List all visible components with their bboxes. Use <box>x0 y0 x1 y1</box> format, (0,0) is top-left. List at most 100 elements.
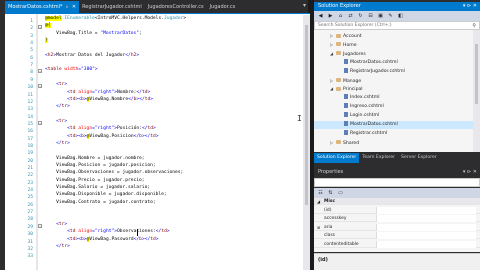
property-row[interactable]: ⊞ aria <box>314 223 480 231</box>
editor-scroll-thumb[interactable] <box>305 25 308 205</box>
tree-folder[interactable]: ◢ Principal <box>314 85 474 93</box>
tree-item-label: RegistrarJugador.cshtml <box>350 68 405 74</box>
code-editor[interactable]: 1 2 3 4 5 6 7 8 9 10 11 12 13 14 15 16 17 18 19 20 21 22 23 24 2… <box>5 13 310 270</box>
collapse-toggle-icon[interactable]: − <box>38 223 42 228</box>
solution-tree-scroll-thumb[interactable] <box>475 44 478 104</box>
code-line[interactable]: ViewBag.Salario = jugador.salario; <box>45 185 150 190</box>
tab-solution-explorer[interactable]: Solution Explorer <box>314 153 360 163</box>
property-row[interactable]: contenteditable <box>314 240 480 248</box>
tree-file[interactable]: MostrarDatos.cshtml <box>314 121 474 129</box>
property-value-field[interactable] <box>376 240 476 248</box>
home-icon[interactable]: ⌂ <box>337 13 344 20</box>
code-line[interactable]: <td align="right">Nombre:</td> <box>45 90 150 95</box>
refresh-icon[interactable]: ↻ <box>357 13 364 20</box>
code-line[interactable]: @model IEnumerable<IntroMVC.Helpers.Mode… <box>45 16 186 21</box>
property-row[interactable]: class <box>314 232 480 239</box>
tab-label: RegistrarJugador.cshtml <box>82 4 142 10</box>
code-line[interactable]: ViewBag.Contrato = jugador.contrato; <box>45 200 156 205</box>
tab-jugadorescontroller[interactable]: JugadoresController.cs <box>144 1 207 13</box>
tree-item-label: MostrarDatos.cshtml <box>350 59 398 65</box>
expand-icon[interactable]: ⊞ <box>317 224 320 231</box>
tree-file[interactable]: Registrar.cshtml <box>314 129 474 138</box>
code-line[interactable]: <tr> <box>45 82 67 87</box>
property-value-field[interactable] <box>376 223 476 231</box>
collapse-toggle-icon[interactable]: − <box>38 69 42 74</box>
property-pages-icon[interactable]: ▭ <box>337 190 344 197</box>
solution-tree[interactable]: ▷ Account ▷ Home ◢ Jugadores MostrarDatos.csht… <box>314 30 480 152</box>
code-line[interactable]: </tr> <box>45 104 70 109</box>
tree-folder[interactable]: ▷ Manage <box>314 77 474 85</box>
tab-team-explorer[interactable]: Team Explorer <box>359 153 398 163</box>
show-all-files-icon[interactable]: ▣ <box>377 13 384 20</box>
tree-item-label: Ingreso.cshtml <box>350 104 384 110</box>
tab-jugador[interactable]: Jugador.cs <box>206 1 239 13</box>
preview-icon[interactable]: ◧ <box>397 13 404 20</box>
code-line[interactable]: } <box>45 38 48 44</box>
tree-file[interactable]: Ingreso.cshtml <box>314 103 474 111</box>
forward-icon[interactable]: ▶ <box>327 13 334 20</box>
properties-toolbar: ☷ ⇅ ▭ <box>314 188 480 198</box>
property-value-field[interactable] <box>376 206 476 214</box>
code-line[interactable]: <table width="300"> <box>45 67 98 72</box>
collapse-all-icon[interactable]: ⊟ <box>367 13 374 20</box>
property-value-field[interactable] <box>376 232 476 239</box>
tab-overflow-icon[interactable]: ▾ <box>303 2 306 9</box>
property-value-field[interactable] <box>376 215 476 222</box>
code-line[interactable]: ViewBag.Precio = jugador.precio; <box>45 178 145 183</box>
tab-server-explorer[interactable]: Server Explorer <box>398 153 440 163</box>
code-line[interactable]: <td><b>@ViewBag.Password</b></td> <box>45 236 159 242</box>
pin-icon[interactable]: ⊳ <box>66 1 69 13</box>
change-bar <box>36 14 38 270</box>
collapse-toggle-icon[interactable]: − <box>38 84 42 89</box>
panel-header-icons[interactable]: ▾ ⊳ ✕ <box>463 168 477 177</box>
tree-folder[interactable]: ▷ Shared <box>314 139 474 147</box>
solution-explorer-search-input[interactable]: Search Solution Explorer (Ctrl+;) ⚲ <box>314 21 480 30</box>
code-line[interactable]: </tr> <box>45 244 70 249</box>
line-number: 10 <box>27 85 33 91</box>
file-icon <box>344 58 348 64</box>
tab-mostrardatos[interactable]: MostrarDatos.cshtml* ⊳ ✕ <box>5 1 80 13</box>
search-icon[interactable]: ⚲ <box>472 22 476 30</box>
code-line[interactable]: <h2>Mostrar Datos del Jugador</h2> <box>45 53 139 58</box>
code-line[interactable]: @{ <box>45 23 51 29</box>
alphabetical-icon[interactable]: ⇅ <box>327 190 334 197</box>
tree-file[interactable]: Index.cshtml <box>314 94 474 102</box>
properties-icon[interactable]: ✎ <box>387 13 394 20</box>
tree-item-label: Home <box>343 42 357 48</box>
collapse-toggle-icon[interactable]: − <box>38 120 42 125</box>
line-number: 18 <box>27 143 33 149</box>
sync-icon[interactable]: ⇄ <box>347 13 354 20</box>
property-category[interactable]: ◢ Misc <box>314 198 480 205</box>
properties-grid[interactable]: ◢ Misc (id) accesskey ⊞ aria class contentedita… <box>314 198 480 252</box>
code-line[interactable]: ViewBag.Observaciones = jugador.observac… <box>45 170 183 175</box>
file-icon <box>344 67 348 73</box>
back-icon[interactable]: ◀ <box>317 13 324 20</box>
tree-folder[interactable]: ▷ Account <box>314 32 474 40</box>
close-icon[interactable]: ✕ <box>72 1 76 13</box>
tree-file[interactable]: MostrarDatos.cshtml <box>314 58 474 67</box>
code-line[interactable]: <td><b>@ViewBag.Nombre</b></td> <box>45 96 153 102</box>
categorized-icon[interactable]: ☷ <box>317 190 324 197</box>
tree-file[interactable]: Login.cshtml <box>314 112 474 120</box>
code-line[interactable]: <td align="right">Observaciones:</td> <box>45 229 170 234</box>
collapse-toggle-icon[interactable]: − <box>38 25 42 30</box>
code-line[interactable]: <td align="right">Posición:</td> <box>45 126 156 131</box>
tree-folder[interactable]: ▷ Home <box>314 41 474 49</box>
property-row[interactable]: (id) <box>314 206 480 214</box>
expand-icon[interactable]: ◢ <box>317 198 320 205</box>
code-line[interactable]: <td><b>@ViewBag.Posicion</b></td> <box>45 133 159 139</box>
properties-object-selector[interactable] <box>314 178 480 187</box>
panel-header-icons[interactable]: ▾ ⊳ ✕ <box>463 2 477 11</box>
code-line[interactable]: ViewBag.Posicion = jugador.posicion; <box>45 163 156 168</box>
property-row[interactable]: accesskey <box>314 215 480 222</box>
tab-registrarjugador[interactable]: RegistrarJugador.cshtml <box>79 1 145 13</box>
tree-folder[interactable]: ◢ Jugadores <box>314 50 474 58</box>
code-line[interactable]: ViewBag.Title = "MostrarDatos"; <box>45 31 142 36</box>
tree-file[interactable]: RegistrarJugador.cshtml <box>314 67 474 76</box>
code-line[interactable]: ViewBag.Disponible = jugador.disponible; <box>45 192 167 197</box>
code-line[interactable]: </tr> <box>45 141 70 146</box>
code-line[interactable]: ViewBag.Nombre = jugador.nombre; <box>45 156 145 161</box>
line-number: 26 <box>27 202 33 208</box>
code-line[interactable]: <tr> <box>45 119 67 124</box>
code-line[interactable]: <tr> <box>45 222 67 227</box>
